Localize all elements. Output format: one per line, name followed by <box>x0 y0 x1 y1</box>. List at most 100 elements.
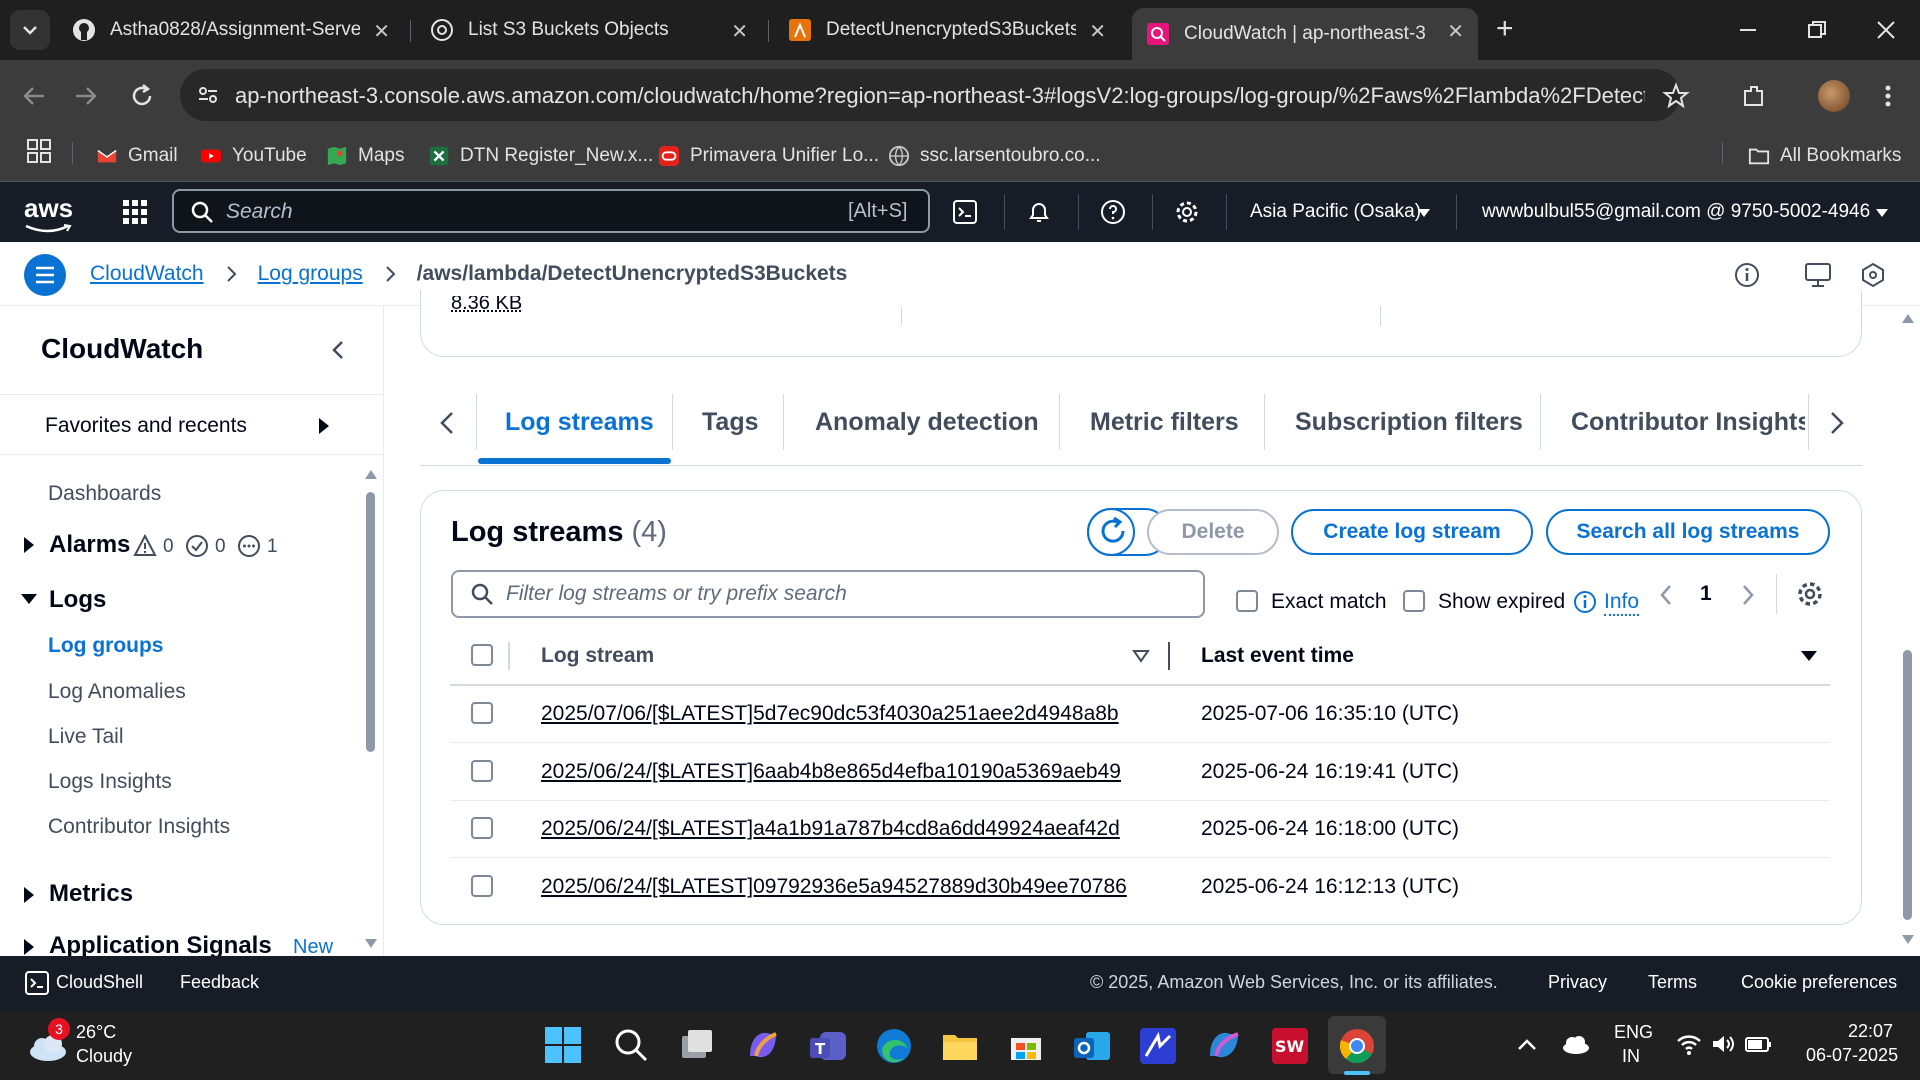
tabs-scroll-right-icon[interactable] <box>1826 410 1848 436</box>
browser-tab-s3-list[interactable]: List S3 Buckets Objects ✕ <box>416 8 762 52</box>
log-stream-link[interactable]: 2025/06/24/[$LATEST]09792936e5a94527889d… <box>541 875 1127 899</box>
search-all-log-streams-button[interactable]: Search all log streams <box>1546 509 1830 555</box>
favorites-and-recents[interactable]: Favorites and recents <box>45 414 247 438</box>
solidworks-icon[interactable]: SW <box>1270 1026 1310 1066</box>
caret-right-icon[interactable] <box>22 536 36 554</box>
task-view-icon[interactable] <box>678 1026 716 1064</box>
settings-gear-icon[interactable] <box>1174 199 1200 225</box>
sidebar-item-application-signals[interactable]: Application Signals <box>49 932 272 956</box>
log-stream-link[interactable]: 2025/06/24/[$LATEST]6aab4b8e865d4efba101… <box>541 760 1121 784</box>
close-icon[interactable]: ✕ <box>731 19 748 44</box>
tabs-scroll-left-icon[interactable] <box>436 410 458 436</box>
help-icon[interactable] <box>1100 199 1126 225</box>
browser-tab-cloudwatch[interactable]: CloudWatch | ap-northeast-3 ✕ <box>1132 8 1478 60</box>
info-link[interactable]: Info <box>1604 590 1640 616</box>
close-icon[interactable]: ✕ <box>1447 19 1464 44</box>
bookmark-youtube[interactable]: YouTube <box>200 140 307 172</box>
scroll-up-icon[interactable] <box>1901 312 1915 324</box>
exact-match-checkbox[interactable] <box>1236 590 1258 612</box>
windows-start-icon[interactable] <box>544 1026 582 1064</box>
browser-tab-github[interactable]: Astha0828/Assignment-Serverle ✕ <box>58 8 404 52</box>
row-checkbox[interactable] <box>471 702 493 724</box>
row-checkbox[interactable] <box>471 875 493 897</box>
services-menu-icon[interactable] <box>122 199 148 225</box>
tab-tags[interactable]: Tags <box>702 408 759 437</box>
new-tab-button[interactable]: + <box>1496 12 1514 46</box>
scroll-down-icon[interactable] <box>1901 934 1915 946</box>
restore-icon[interactable] <box>1805 18 1829 42</box>
aws-logo[interactable]: aws <box>24 193 73 234</box>
sidebar-item-metrics[interactable]: Metrics <box>49 880 133 908</box>
bookmark-gmail[interactable]: Gmail <box>96 140 178 172</box>
tab-subscription-filters[interactable]: Subscription filters <box>1295 408 1523 437</box>
onedrive-icon[interactable] <box>1560 1032 1590 1056</box>
site-info-icon[interactable] <box>196 83 220 107</box>
notifications-bell-icon[interactable] <box>1026 199 1052 225</box>
close-icon[interactable]: ✕ <box>373 19 390 44</box>
column-header-last-event-time[interactable]: Last event time <box>1201 644 1354 668</box>
extensions-icon[interactable] <box>1740 82 1768 110</box>
battery-icon[interactable] <box>1744 1032 1772 1056</box>
cloudshell-icon[interactable] <box>24 970 50 996</box>
outlook-icon[interactable] <box>1072 1026 1112 1066</box>
footer-terms[interactable]: Terms <box>1648 972 1697 993</box>
feedback-icon[interactable] <box>1804 262 1832 288</box>
sidebar-scrollbar[interactable] <box>366 492 375 752</box>
cloudshell-icon[interactable] <box>952 199 978 225</box>
bookmark-ssc[interactable]: ssc.larsentoubro.co... <box>888 140 1101 172</box>
caret-down-icon[interactable] <box>20 592 38 606</box>
weather-widget[interactable]: 3 26°C Cloudy <box>24 1018 174 1072</box>
main-scrollbar[interactable] <box>1903 650 1912 920</box>
bookmark-star-icon[interactable] <box>1662 82 1690 110</box>
language-indicator[interactable]: ENG <box>1614 1022 1653 1043</box>
region-selector[interactable]: Asia Pacific (Osaka) <box>1250 201 1421 223</box>
reload-icon[interactable] <box>128 82 156 110</box>
clock-date[interactable]: 06-07-2025 <box>1806 1045 1898 1066</box>
scroll-down-icon[interactable] <box>364 938 378 950</box>
table-preferences-gear-icon[interactable] <box>1796 580 1824 608</box>
caret-right-icon[interactable] <box>22 886 36 904</box>
scroll-up-icon[interactable] <box>364 468 378 480</box>
sidebar-item-dashboards[interactable]: Dashboards <box>48 482 161 506</box>
back-icon[interactable] <box>20 82 48 110</box>
bookmark-maps[interactable]: Maps <box>326 140 404 172</box>
edge-icon[interactable] <box>874 1026 914 1066</box>
sidebar-item-live-tail[interactable]: Live Tail <box>48 725 124 749</box>
sort-caret-down-icon[interactable] <box>1800 648 1818 664</box>
footer-privacy[interactable]: Privacy <box>1548 972 1607 993</box>
bookmark-dtn-register[interactable]: DTN Register_New.x... <box>428 140 653 172</box>
log-stream-link[interactable]: 2025/06/24/[$LATEST]a4a1b91a787b4cd8a6dd… <box>541 817 1120 841</box>
all-bookmarks[interactable]: All Bookmarks <box>1748 140 1901 172</box>
browser-menu-icon[interactable] <box>1874 82 1902 110</box>
caret-right-icon[interactable] <box>316 416 332 436</box>
select-all-checkbox[interactable] <box>471 644 493 666</box>
bookmark-primavera[interactable]: Primavera Unifier Lo... <box>658 140 879 172</box>
sort-descending-icon[interactable] <box>1132 648 1150 664</box>
row-checkbox[interactable] <box>471 760 493 782</box>
copilot-icon[interactable] <box>744 1026 782 1064</box>
microsoft-365-icon[interactable] <box>1204 1026 1244 1066</box>
taskbar-search-icon[interactable] <box>612 1026 650 1064</box>
caret-right-icon[interactable] <box>22 938 36 956</box>
close-icon[interactable]: ✕ <box>1089 19 1106 44</box>
sidebar-item-log-anomalies[interactable]: Log Anomalies <box>48 680 186 704</box>
microsoft-store-icon[interactable] <box>1006 1026 1046 1066</box>
column-header-log-stream[interactable]: Log stream <box>541 644 654 668</box>
sidebar-item-contributor-insights[interactable]: Contributor Insights <box>48 815 230 839</box>
breadcrumb-cloudwatch[interactable]: CloudWatch <box>90 262 204 286</box>
browser-tab-lambda[interactable]: DetectUnencryptedS3Buckets | ✕ <box>774 8 1120 52</box>
apps-grid-icon[interactable] <box>26 138 52 164</box>
profile-avatar[interactable] <box>1818 80 1850 112</box>
minimize-icon[interactable] <box>1736 18 1760 42</box>
chrome-icon[interactable] <box>1337 1026 1377 1066</box>
file-explorer-icon[interactable] <box>940 1026 980 1066</box>
footer-cloudshell[interactable]: CloudShell <box>56 972 143 993</box>
volume-icon[interactable] <box>1710 1032 1736 1056</box>
row-checkbox[interactable] <box>471 817 493 839</box>
power-automate-icon[interactable] <box>1138 1026 1178 1066</box>
footer-feedback[interactable]: Feedback <box>180 972 259 993</box>
tab-metric-filters[interactable]: Metric filters <box>1090 408 1239 437</box>
info-icon[interactable] <box>1734 262 1760 288</box>
teams-icon[interactable]: T <box>808 1026 848 1066</box>
next-page-icon[interactable] <box>1738 582 1758 608</box>
